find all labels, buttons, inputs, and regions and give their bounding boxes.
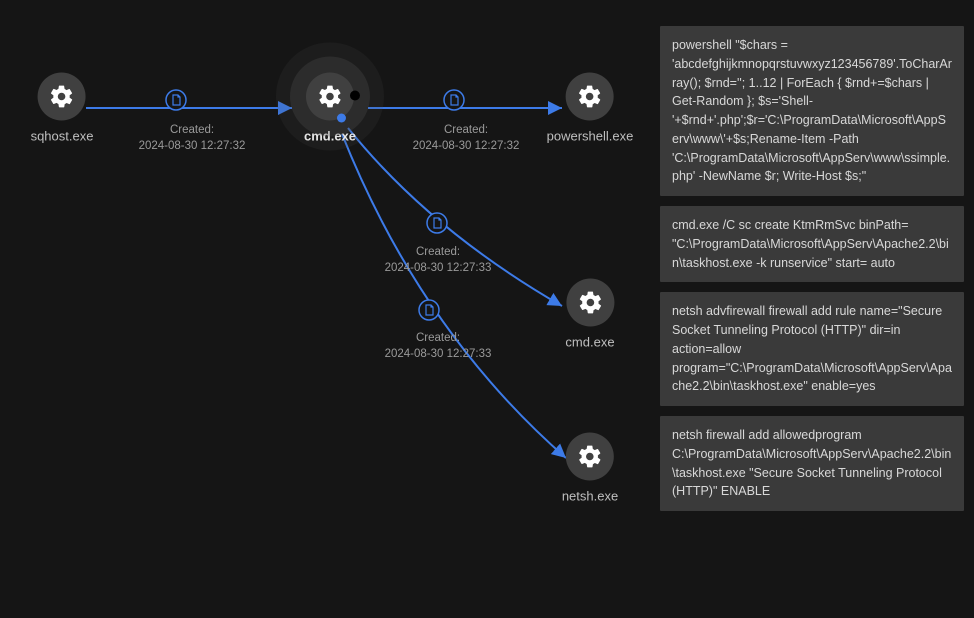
node-netsh[interactable]: netsh.exe xyxy=(562,433,618,504)
node-label: powershell.exe xyxy=(547,129,634,144)
gear-icon xyxy=(566,279,614,327)
edge-label: Created: 2024-08-30 12:27:32 xyxy=(413,122,520,154)
command-panel[interactable]: powershell "$chars = 'abcdefghijkmnopqrs… xyxy=(660,26,964,196)
command-panel[interactable]: cmd.exe /C sc create KtmRmSvc binPath= "… xyxy=(660,206,964,282)
node-powershell[interactable]: powershell.exe xyxy=(547,73,634,144)
node-cmd-main[interactable]: cmd.exe xyxy=(304,73,356,144)
command-panel[interactable]: netsh advfirewall firewall add rule name… xyxy=(660,292,964,406)
node-label: netsh.exe xyxy=(562,489,618,504)
edge-label: Created: 2024-08-30 12:27:33 xyxy=(385,330,492,362)
node-sqhost[interactable]: sqhost.exe xyxy=(31,73,94,144)
node-label: cmd.exe xyxy=(304,129,356,144)
node-label: cmd.exe xyxy=(565,335,614,350)
node-label: sqhost.exe xyxy=(31,129,94,144)
command-panels: powershell "$chars = 'abcdefghijkmnopqrs… xyxy=(660,26,964,511)
node-cmd-child[interactable]: cmd.exe xyxy=(565,279,614,350)
status-dot-blue xyxy=(337,114,346,123)
gear-icon xyxy=(566,433,614,481)
gear-icon xyxy=(306,73,354,121)
edge-label: Created: 2024-08-30 12:27:32 xyxy=(139,122,246,154)
edge-label: Created: 2024-08-30 12:27:33 xyxy=(385,244,492,276)
command-panel[interactable]: netsh firewall add allowedprogram C:\Pro… xyxy=(660,416,964,511)
gear-icon xyxy=(566,73,614,121)
process-graph: Created: 2024-08-30 12:27:32 Created: 20… xyxy=(0,0,650,618)
gear-icon xyxy=(38,73,86,121)
status-dot-black xyxy=(350,91,360,101)
